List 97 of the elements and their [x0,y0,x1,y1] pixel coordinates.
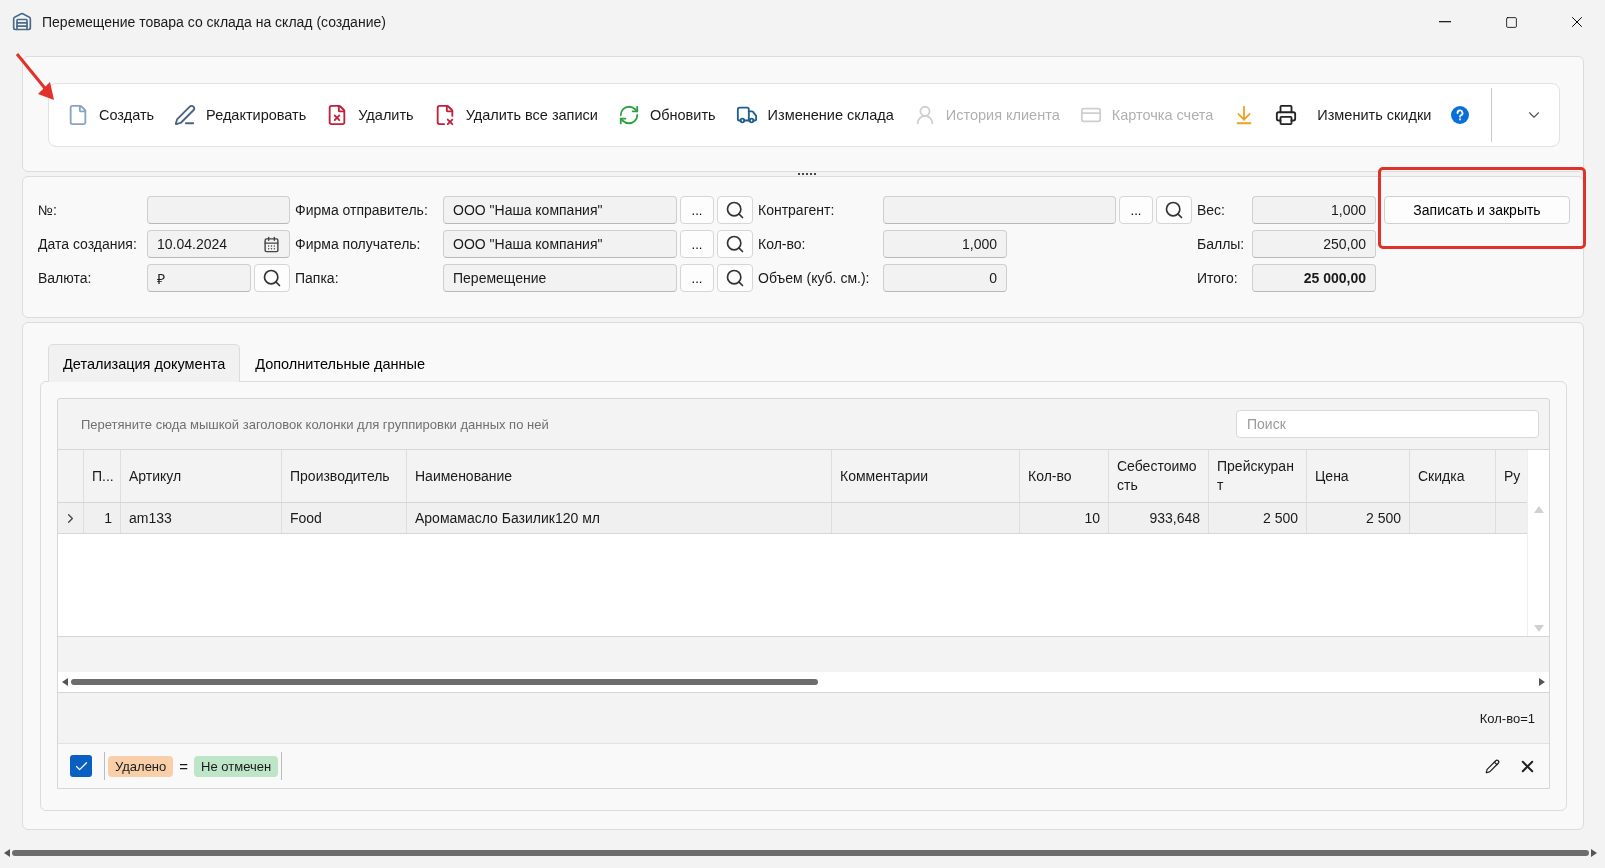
column-header[interactable]: Наименование [407,450,832,502]
input-field[interactable]: ООО "Наша компания" [443,196,677,224]
field-label: Итого: [1197,270,1239,286]
scroll-right-icon [1591,849,1597,857]
scroll-left-icon [62,678,68,686]
save-close-button[interactable]: Записать и закрыть [1384,196,1570,224]
tab[interactable]: Дополнительные данные [240,344,441,382]
minimize-icon [1439,21,1451,23]
field-label: Баллы: [1197,236,1246,252]
table-cell: 2 500 [1209,503,1307,533]
column-header[interactable]: Артикул [121,450,282,502]
filter-value[interactable]: Не отмечен [194,755,279,777]
field-label: Фирма отправитель: [295,202,429,218]
input-field[interactable]: 250,00 [1252,230,1376,258]
input-field[interactable] [883,196,1116,224]
field-label: Контрагент: [758,202,836,218]
calendar-icon [263,235,280,253]
input-field[interactable]: 0 [883,264,1007,292]
table-cell: Аромамасло Базилик120 мл [407,503,832,533]
table-cell: Food [282,503,407,533]
window-title: Перемещение товара со склада на склад (создание) [42,14,387,30]
app-icon [12,12,32,32]
toolbar-button[interactable]: Изменить скидки [1307,95,1442,135]
column-header[interactable]: Скидка [1410,450,1496,502]
column-header[interactable]: Комментарии [832,450,1020,502]
search-button[interactable] [717,264,753,292]
pencil-icon [1485,758,1500,774]
search-button[interactable] [717,196,753,224]
input-field[interactable]: 25 000,00 [1252,264,1376,292]
table-cell: am133 [121,503,282,533]
filter-operator[interactable]: = [179,757,189,775]
field-label: Фирма получатель: [295,236,422,252]
filter-expression[interactable]: Удалено = Не отмечен [104,752,283,780]
scroll-right-icon [1539,678,1545,686]
browse-button[interactable]: ... [680,196,714,224]
truck-icon [735,104,758,126]
toolbar-button[interactable]: Удалить все записи [423,95,608,135]
search-icon [725,268,745,288]
table-cell: 10 [1020,503,1109,533]
column-header[interactable]: П... [84,450,121,502]
input-field[interactable]: 1,000 [1252,196,1376,224]
scrollbar-thumb[interactable] [12,850,1589,856]
filter-field[interactable]: Удалено [108,755,174,777]
field-label: Валюта: [38,270,93,286]
pen-icon [174,104,197,126]
toolbar-button[interactable]: Создать [57,95,165,135]
column-header[interactable]: Цена [1307,450,1410,502]
search-field[interactable]: Поиск [1236,410,1539,438]
tab[interactable]: Детализация документа [48,344,241,382]
input-field[interactable]: ₽ [147,264,251,292]
field-label: Вес: [1197,202,1226,218]
input-field[interactable]: Перемещение [443,264,677,292]
help-icon [1451,106,1470,124]
filter-checkbox[interactable] [70,755,92,777]
scroll-left-icon [4,849,10,857]
field-label: Кол-во: [758,236,807,252]
scrollbar-thumb[interactable] [71,679,819,685]
column-header[interactable]: Производитель [282,450,407,502]
field-label: №: [38,202,58,218]
search-icon [1164,200,1184,220]
pointer-arrow-drawing [14,52,56,102]
browse-button[interactable]: ... [680,264,714,292]
search-icon [725,234,745,254]
search-button[interactable] [254,264,290,292]
field-label: Дата создания: [38,236,138,252]
edit-filter-button[interactable] [1485,758,1500,774]
date-field[interactable]: 10.04.2024 [147,230,290,258]
refresh-icon [617,104,640,126]
toolbar-button[interactable]: Изменение склада [725,95,904,135]
scroll-up-icon [1533,506,1544,513]
search-button[interactable] [1156,196,1192,224]
group-hint: Перетяните сюда мышкой заголовок колонки для группировки данных по ней [81,416,549,432]
row-count: Кол-во=1 [1479,710,1535,726]
browse-button[interactable]: ... [680,230,714,258]
toolbar-button[interactable]: Редактировать [164,95,317,135]
table-cell: 933,648 [1109,503,1209,533]
printer-icon [1275,104,1298,126]
maximize-icon [1504,15,1518,29]
input-field[interactable] [147,196,290,224]
browse-button[interactable]: ... [1119,196,1153,224]
column-header[interactable]: Кол-во [1020,450,1109,502]
search-button[interactable] [717,230,753,258]
search-icon [262,268,282,288]
column-header[interactable]: Прейскурант [1209,450,1307,502]
field-label: Папка: [295,270,340,286]
input-field[interactable]: ООО "Наша компания" [443,230,677,258]
scroll-down-icon [1533,625,1544,632]
search-icon [725,200,745,220]
splitter-grip-icon[interactable] [798,173,818,176]
column-header[interactable]: Себестоимость [1109,450,1209,502]
toolbar-button[interactable]: Удалить [316,95,424,135]
table-cell: 2 500 [1307,503,1410,533]
input-field[interactable]: 1,000 [883,230,1007,258]
toolbar-button[interactable]: Обновить [607,95,726,135]
document-icon [67,104,89,126]
field-label: Объем (куб. см.): [758,270,871,286]
table-cell: 1 [84,503,121,533]
